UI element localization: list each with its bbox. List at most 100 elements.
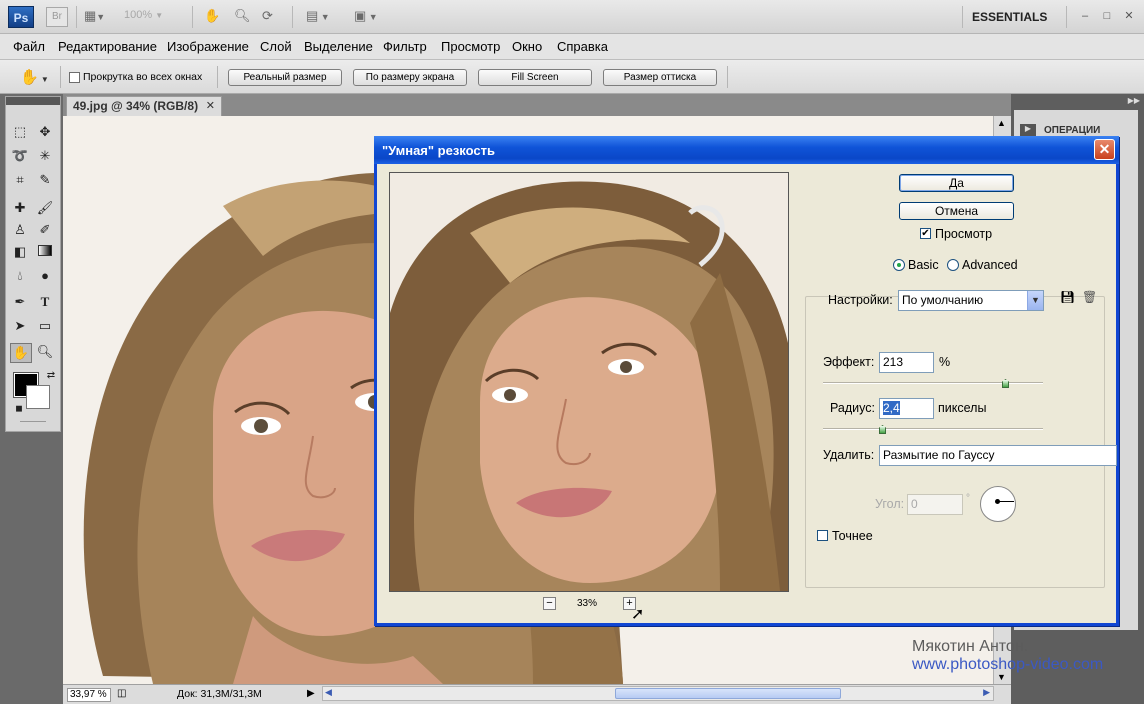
crop-tool-icon[interactable]: ⌗ (11, 171, 29, 189)
type-tool-icon[interactable]: T (36, 293, 54, 311)
ok-button[interactable]: Да (899, 174, 1014, 192)
document-tab-bar: 49.jpg @ 34% (RGB/8) ✕ (63, 94, 1011, 116)
menu-filter[interactable]: Фильтр (383, 39, 427, 54)
close-app-button[interactable]: ✕ (1122, 9, 1136, 23)
default-colors-icon[interactable]: ◼ (10, 399, 28, 417)
fill-screen-button[interactable]: Fill Screen (478, 69, 592, 86)
delete-settings-icon[interactable]: 🗑︎ (1082, 290, 1097, 304)
effect-slider-track[interactable] (823, 382, 1043, 384)
view-extras-icon[interactable]: ▦▼ (84, 8, 105, 26)
status-zoom-field[interactable]: 33,97 % (67, 688, 111, 702)
radius-slider-track[interactable] (823, 428, 1043, 430)
lasso-tool-icon[interactable]: ➰ (11, 147, 29, 165)
settings-group (805, 296, 1105, 588)
scroll-left-icon[interactable]: ◀ (325, 687, 332, 698)
cancel-button[interactable]: Отмена (899, 202, 1014, 220)
dialog-title-bar[interactable]: "Умная" резкость ✕ (374, 136, 1119, 164)
clone-stamp-icon[interactable]: ♙ (11, 221, 29, 239)
shape-tool-icon[interactable]: ▭ (36, 317, 54, 335)
more-accurate-label: Точнее (832, 529, 873, 543)
screen-mode-icon[interactable]: ▣ ▼ (354, 8, 378, 26)
more-accurate-checkbox[interactable] (817, 530, 828, 541)
menu-view[interactable]: Просмотр (441, 39, 500, 54)
options-bar: ✋ ▼ Прокрутка во всех окнах Реальный раз… (0, 60, 1144, 94)
healing-brush-icon[interactable]: ✚ (11, 199, 29, 217)
blur-tool-icon[interactable]: 💧︎ (11, 267, 29, 285)
minimize-button[interactable]: – (1078, 9, 1092, 23)
document-tab[interactable]: 49.jpg @ 34% (RGB/8) ✕ (66, 96, 222, 116)
eyedropper-icon[interactable]: ✎ (36, 171, 54, 189)
effect-input[interactable]: 213 (879, 352, 934, 373)
actions-panel-label[interactable]: ОПЕРАЦИИ (1044, 125, 1100, 136)
tools-panel-header[interactable] (6, 97, 60, 105)
basic-radio[interactable] (893, 259, 905, 271)
dialog-close-button[interactable]: ✕ (1094, 139, 1115, 160)
pen-tool-icon[interactable]: ✒ (11, 293, 29, 311)
bridge-button[interactable]: Br (46, 7, 68, 27)
settings-select[interactable]: По умолчанию ▼ (898, 290, 1044, 311)
angle-input[interactable]: 0 (907, 494, 963, 515)
zoom-tool-icon[interactable]: 🔍︎ (36, 343, 54, 361)
magic-wand-icon[interactable]: ✳ (36, 147, 54, 165)
preview-photo (390, 173, 788, 591)
preview-checkbox[interactable]: ✔ (920, 228, 931, 239)
radius-unit: пикселы (938, 401, 987, 415)
hand-tool-icon[interactable]: ✋ (204, 8, 220, 26)
menu-window[interactable]: Окно (512, 39, 542, 54)
quick-mask-divider (20, 421, 46, 422)
brush-tool-icon[interactable]: 🖌︎ (36, 199, 54, 217)
fit-screen-button[interactable]: По размеру экрана (353, 69, 467, 86)
zoom-level-select[interactable]: 100% ▼ (124, 9, 182, 25)
separator (727, 66, 728, 88)
hand-tool-icon[interactable]: ✋ (10, 343, 32, 363)
separator (962, 6, 963, 28)
hand-tool-preset-icon[interactable]: ✋ ▼ (20, 68, 49, 86)
actions-icon[interactable]: ▶ (1020, 124, 1036, 136)
workspace-switcher[interactable]: ESSENTIALS (972, 10, 1047, 24)
restore-button[interactable]: □ (1100, 9, 1114, 23)
scroll-all-windows-checkbox[interactable] (69, 72, 80, 83)
eraser-tool-icon[interactable]: ◧ (11, 243, 29, 261)
menu-bar: Файл Редактирование Изображение Слой Выд… (0, 34, 1144, 60)
application-bar: Ps Br ▦▼ 100% ▼ ✋ 🔍︎ ⟳ ▤ ▼ ▣ ▼ ESSENTIAL… (0, 0, 1144, 34)
remove-select[interactable]: Размытие по Гауссу (879, 445, 1117, 466)
preview-pane[interactable] (389, 172, 789, 592)
radius-input[interactable]: 2,4 (879, 398, 934, 419)
print-size-button[interactable]: Размер оттиска (603, 69, 717, 86)
actual-pixels-button[interactable]: Реальный размер (228, 69, 342, 86)
menu-select[interactable]: Выделение (304, 39, 373, 54)
advanced-radio[interactable] (947, 259, 959, 271)
dodge-tool-icon[interactable]: ● (36, 267, 54, 285)
status-expand-icon[interactable]: ▶ (307, 688, 315, 699)
collapse-panels-icon[interactable]: ▶▶ (1128, 96, 1140, 105)
separator (76, 6, 77, 28)
move-tool-icon[interactable]: ✥ (36, 123, 54, 141)
save-settings-icon[interactable]: 💾︎ (1060, 290, 1075, 304)
arrange-documents-icon[interactable]: ▤ ▼ (306, 8, 330, 26)
remove-label: Удалить: (823, 448, 875, 462)
gradient-tool-icon[interactable] (36, 243, 54, 261)
advanced-label: Advanced (962, 258, 1018, 272)
horizontal-scrollbar[interactable]: ◀ ▶ (322, 686, 994, 701)
marquee-tool-icon[interactable]: ⬚ (11, 123, 29, 141)
menu-edit[interactable]: Редактирование (58, 39, 157, 54)
menu-image[interactable]: Изображение (167, 39, 249, 54)
status-menu-icon[interactable]: ◫ (117, 688, 126, 699)
background-color-swatch[interactable] (26, 385, 50, 409)
zoom-tool-icon[interactable]: 🔍︎ (234, 8, 251, 26)
menu-file[interactable]: Файл (13, 39, 45, 54)
scroll-up-icon[interactable]: ▲ (997, 118, 1006, 128)
zoom-out-button[interactable]: − (543, 597, 556, 610)
radius-label: Радиус: (830, 401, 875, 415)
scroll-thumb[interactable] (615, 688, 841, 699)
swap-colors-icon[interactable]: ⇄ (42, 367, 60, 385)
angle-dial[interactable] (980, 486, 1016, 522)
menu-layer[interactable]: Слой (260, 39, 292, 54)
rotate-view-icon[interactable]: ⟳ (262, 8, 273, 26)
separator (1066, 6, 1067, 28)
scroll-right-icon[interactable]: ▶ (983, 687, 990, 698)
path-selection-icon[interactable]: ➤ (11, 317, 29, 335)
preview-label: Просмотр (935, 227, 993, 241)
history-brush-icon[interactable]: ✐ (36, 221, 54, 239)
menu-help[interactable]: Справка (557, 39, 608, 54)
